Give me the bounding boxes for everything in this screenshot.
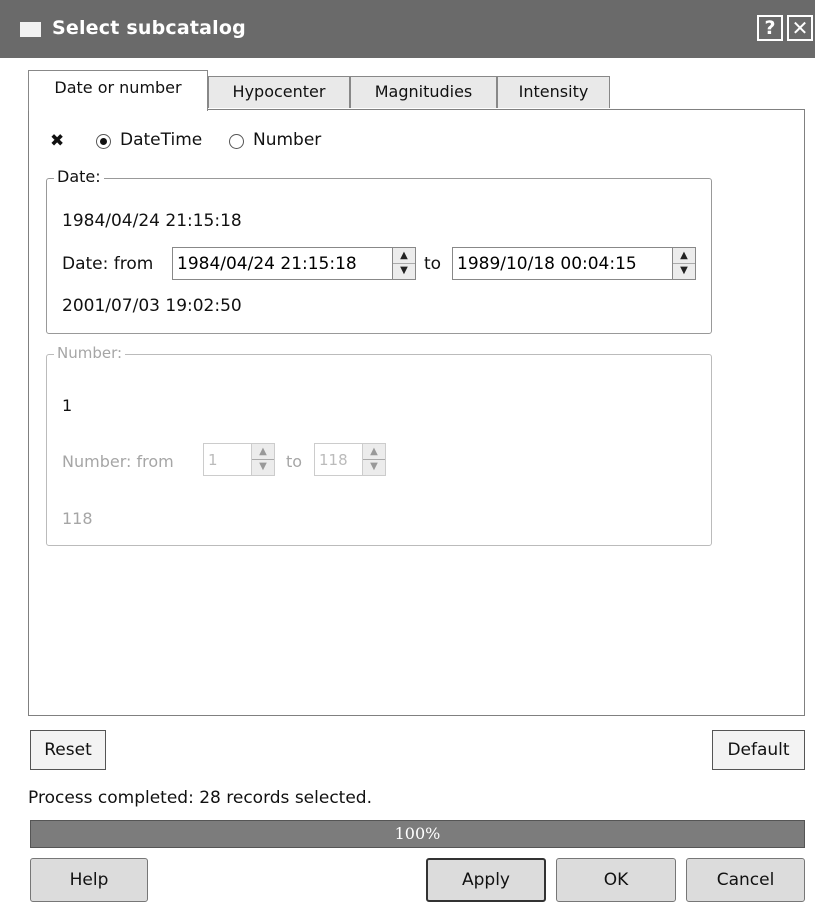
- default-button[interactable]: Default: [712, 730, 805, 770]
- number-from-input[interactable]: [204, 444, 254, 475]
- tab-magnitudies[interactable]: Magnitudies: [350, 76, 497, 108]
- status-message: Process completed: 28 records selected.: [28, 788, 372, 808]
- help-title-button[interactable]: ?: [757, 15, 783, 41]
- spin-up-icon[interactable]: ▲: [393, 248, 415, 264]
- spin-down-icon[interactable]: ▼: [393, 263, 415, 278]
- window-title: Select subcatalog: [52, 17, 246, 39]
- progress-text: 100%: [394, 824, 441, 843]
- spin-up-icon[interactable]: ▲: [673, 248, 695, 264]
- number-to-spinbox[interactable]: ▲ ▼: [314, 443, 386, 476]
- spin-up-icon[interactable]: ▲: [363, 444, 385, 460]
- number-from-label: Number: from: [62, 452, 174, 471]
- close-button[interactable]: ✕: [787, 15, 813, 41]
- datetime-radio-label: DateTime: [120, 130, 203, 150]
- date-to-label: to: [424, 254, 442, 274]
- date-from-spinbox[interactable]: ▲ ▼: [172, 247, 416, 280]
- datetime-radio[interactable]: [96, 134, 111, 149]
- tab-date-or-number[interactable]: Date or number: [28, 70, 208, 111]
- number-to-spin-buttons[interactable]: ▲ ▼: [362, 444, 385, 475]
- date-to-input[interactable]: [453, 248, 673, 279]
- date-to-spinbox[interactable]: ▲ ▼: [452, 247, 696, 280]
- reset-button[interactable]: Reset: [30, 730, 106, 770]
- date-from-spin-buttons[interactable]: ▲ ▼: [392, 248, 415, 279]
- spin-down-icon[interactable]: ▼: [673, 263, 695, 278]
- date-to-spin-buttons[interactable]: ▲ ▼: [672, 248, 695, 279]
- title-bar: Select subcatalog ? ✕: [0, 0, 815, 58]
- number-radio-label: Number: [253, 130, 322, 150]
- date-from-label: Date: from: [62, 254, 154, 274]
- apply-button[interactable]: Apply: [426, 858, 546, 902]
- date-from-input[interactable]: [173, 248, 393, 279]
- filter-enabled-checkbox[interactable]: ✖: [50, 133, 66, 150]
- number-min-value: 1: [62, 396, 73, 415]
- number-from-spinbox[interactable]: ▲ ▼: [203, 443, 275, 476]
- tab-intensity[interactable]: Intensity: [497, 76, 610, 108]
- cancel-button[interactable]: Cancel: [686, 858, 805, 902]
- ok-button[interactable]: OK: [556, 858, 676, 902]
- progress-bar: 100%: [30, 820, 805, 848]
- date-group-title: Date:: [54, 167, 104, 186]
- date-max-value: 2001/07/03 19:02:50: [62, 296, 242, 316]
- number-from-spin-buttons[interactable]: ▲ ▼: [251, 444, 274, 475]
- spin-up-icon[interactable]: ▲: [252, 444, 274, 460]
- number-max-value: 118: [62, 509, 93, 528]
- number-to-input[interactable]: [315, 444, 365, 475]
- spin-down-icon[interactable]: ▼: [363, 459, 385, 474]
- date-min-value: 1984/04/24 21:15:18: [62, 211, 242, 231]
- tab-hypocenter[interactable]: Hypocenter: [208, 76, 350, 108]
- number-group-title: Number:: [54, 344, 126, 362]
- help-button[interactable]: Help: [30, 858, 148, 902]
- number-to-label: to: [286, 452, 303, 471]
- window-icon: [20, 22, 41, 37]
- number-radio[interactable]: [229, 134, 244, 149]
- spin-down-icon[interactable]: ▼: [252, 459, 274, 474]
